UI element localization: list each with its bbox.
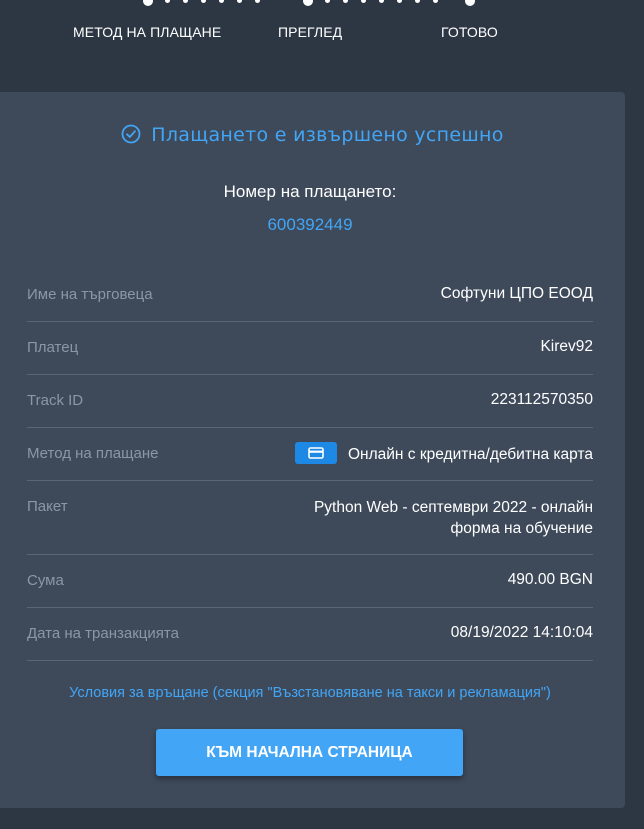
success-text: Плащането е извършено успешно <box>151 124 504 146</box>
payment-number: 600392449 <box>267 215 353 234</box>
detail-label: Метод на плащане <box>27 445 159 462</box>
payment-method-text: Онлайн с кредитна/дебитна карта <box>347 446 593 463</box>
step-done: ГОТОВО <box>441 24 498 40</box>
detail-label: Име на търговеца <box>27 286 153 303</box>
step-progress-track <box>143 0 478 6</box>
detail-row-amount: Сума 490.00 BGN <box>27 554 593 608</box>
step-dot <box>143 0 153 6</box>
step-dot <box>379 0 384 3</box>
payment-number-label: Номер на плащането: <box>223 182 397 201</box>
step-dot <box>165 0 170 3</box>
detail-value: 08/19/2022 14:10:04 <box>450 624 593 641</box>
step-dot <box>183 0 188 3</box>
detail-label: Пакет <box>27 498 68 515</box>
detail-label: Сума <box>27 572 64 589</box>
detail-row-merchant: Име на търговеца Софтуни ЦПО ЕООД <box>27 268 593 322</box>
detail-row-transaction-date: Дата на транзакцията 08/19/2022 14:10:04 <box>27 607 593 661</box>
refund-terms-link[interactable]: Условия за връщане (секция "Възстановява… <box>0 685 620 701</box>
step-dot <box>237 0 242 3</box>
step-dot <box>343 0 348 3</box>
step-dot <box>433 0 438 3</box>
step-dot <box>465 0 475 6</box>
detail-value: Python Web - септември 2022 - онлайн фор… <box>314 497 593 539</box>
step-dot <box>415 0 420 3</box>
package-line-1: Python Web - септември 2022 - онлайн <box>313 499 593 516</box>
detail-label: Платец <box>27 339 79 356</box>
package-line-2: форма на обучение <box>450 520 593 537</box>
step-dot <box>325 0 330 3</box>
success-message: Плащането е извършено успешно <box>0 124 625 149</box>
detail-row-package: Пакет Python Web - септември 2022 - онла… <box>27 480 593 555</box>
credit-card-icon <box>294 442 337 464</box>
detail-row-payment-method: Метод на плащане Онлайн с кредитна/дебит… <box>27 427 593 481</box>
detail-value: Софтуни ЦПО ЕООД <box>440 285 593 302</box>
detail-value: 490.00 BGN <box>507 571 593 588</box>
step-dot <box>303 0 313 6</box>
check-circle-icon <box>121 124 141 149</box>
detail-label: Дата на транзакцията <box>27 625 179 642</box>
detail-row-payer: Платец Kirev92 <box>27 321 593 375</box>
step-review: ПРЕГЛЕД <box>278 24 343 40</box>
step-dot <box>255 0 260 3</box>
step-dot <box>219 0 224 3</box>
home-page-button[interactable]: КЪМ НАЧАЛНА СТРАНИЦА <box>156 729 463 776</box>
detail-value: Онлайн с кредитна/дебитна карта <box>294 442 593 464</box>
detail-value: Kirev92 <box>540 338 593 355</box>
checkout-steps: МЕТОД НА ПЛАЩАНЕ ПРЕГЛЕД ГОТОВО <box>0 0 644 90</box>
step-dot <box>201 0 206 3</box>
detail-row-track-id: Track ID 223112570350 <box>27 374 593 428</box>
step-dot <box>361 0 366 3</box>
detail-label: Track ID <box>27 392 84 409</box>
step-dot <box>397 0 402 3</box>
step-payment-method: МЕТОД НА ПЛАЩАНЕ <box>73 24 222 40</box>
detail-value: 223112570350 <box>490 391 593 408</box>
